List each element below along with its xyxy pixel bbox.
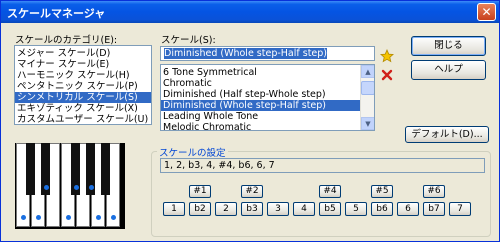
- sharp-interval-button-0[interactable]: #1: [189, 185, 211, 198]
- category-list-item[interactable]: エキゾティック スケール(X): [15, 103, 151, 114]
- title-bar[interactable]: スケールマネージャ ✕: [1, 1, 499, 23]
- red-x-delete-icon: [381, 69, 393, 81]
- sharp-interval-button-1[interactable]: #2: [241, 185, 263, 198]
- interval-button-11[interactable]: 7: [449, 202, 471, 216]
- black-key[interactable]: [101, 143, 110, 195]
- delete-scale-button[interactable]: [380, 68, 394, 82]
- scale-note-dot: [89, 185, 94, 190]
- interval-button-6[interactable]: b5: [319, 202, 341, 216]
- star-add-icon: [380, 48, 394, 63]
- scale-note-dot: [21, 215, 26, 220]
- scale-list-scrollbar[interactable]: ▲ ▼: [360, 65, 374, 130]
- category-list-item[interactable]: マイナー スケール(E): [15, 59, 151, 70]
- scale-listbox[interactable]: ▲ ▼ 6 Tone Symmetrical Chromatic Diminishe…: [160, 64, 375, 131]
- scale-note-dot: [96, 215, 101, 220]
- interval-button-7[interactable]: 5: [345, 202, 367, 216]
- scale-manager-window: スケールマネージャ ✕ スケールのカテゴリ(E): メジャー スケール(D) マイ…: [0, 0, 500, 242]
- category-list-item[interactable]: ハーモニック スケール(H): [15, 70, 151, 81]
- scale-formula-field: 1, 2, b3, 4, #4, b6, 6, 7: [160, 158, 485, 173]
- interval-button-1[interactable]: b2: [189, 202, 211, 216]
- interval-button-0[interactable]: 1: [163, 202, 185, 216]
- scale-settings-title: スケールの設定: [157, 145, 228, 159]
- category-list-item[interactable]: カスタムユーザー スケール(U): [15, 114, 151, 124]
- interval-button-5[interactable]: 4: [293, 202, 315, 216]
- scale-list-item[interactable]: Chromatic: [161, 78, 360, 89]
- scroll-down-icon[interactable]: ▼: [361, 117, 374, 130]
- scroll-thumb[interactable]: [361, 81, 374, 95]
- interval-button-3[interactable]: b3: [241, 202, 263, 216]
- scale-list-item[interactable]: 6 Tone Symmetrical: [161, 67, 360, 78]
- sharp-interval-button-2[interactable]: #4: [319, 185, 341, 198]
- help-button[interactable]: ヘルプ: [411, 60, 486, 80]
- scale-list-item[interactable]: Diminished (Half step-Whole step): [161, 89, 360, 100]
- category-list-item[interactable]: ペンタトニック スケール(P): [15, 81, 151, 92]
- interval-button-4[interactable]: 3: [267, 202, 289, 216]
- scale-label: スケール(S):: [161, 35, 216, 46]
- scale-note-dot: [44, 185, 49, 190]
- scale-name-value: Diminished (Whole step-Half step): [164, 48, 328, 59]
- default-button[interactable]: デフォルト(D)...: [405, 126, 489, 143]
- sharp-interval-button-3[interactable]: #5: [371, 185, 393, 198]
- category-listbox[interactable]: メジャー スケール(D) マイナー スケール(E) ハーモニック スケール(H) ペン…: [14, 45, 152, 125]
- scroll-up-icon[interactable]: ▲: [361, 65, 374, 78]
- sharp-interval-button-4[interactable]: #6: [423, 185, 445, 198]
- scale-note-dot: [74, 185, 79, 190]
- window-title: スケールマネージャ: [7, 7, 106, 20]
- scale-list-item[interactable]: Leading Whole Tone: [161, 111, 360, 122]
- interval-button-8[interactable]: b6: [371, 202, 393, 216]
- piano-keyboard[interactable]: [15, 143, 125, 229]
- close-button[interactable]: 閉じる: [411, 36, 486, 56]
- interval-button-9[interactable]: 6: [397, 202, 419, 216]
- scale-note-dot: [36, 215, 41, 220]
- interval-button-10[interactable]: b7: [423, 202, 445, 216]
- scale-note-dot: [66, 215, 71, 220]
- category-list-item[interactable]: メジャー スケール(D): [15, 48, 151, 59]
- add-scale-button[interactable]: [380, 48, 394, 63]
- scale-name-field[interactable]: Diminished (Whole step-Half step): [160, 46, 375, 61]
- black-key[interactable]: [26, 143, 35, 195]
- interval-button-2[interactable]: 2: [215, 202, 237, 216]
- category-list-item[interactable]: シンメトリカル スケール(S): [15, 92, 151, 103]
- category-label: スケールのカテゴリ(E):: [15, 35, 118, 46]
- scale-list-item[interactable]: Melodic Chromatic: [161, 122, 360, 130]
- window-close-button[interactable]: ✕: [477, 3, 496, 21]
- scale-list-item[interactable]: Diminished (Whole step-Half step): [161, 100, 360, 111]
- scale-note-dot: [111, 215, 116, 220]
